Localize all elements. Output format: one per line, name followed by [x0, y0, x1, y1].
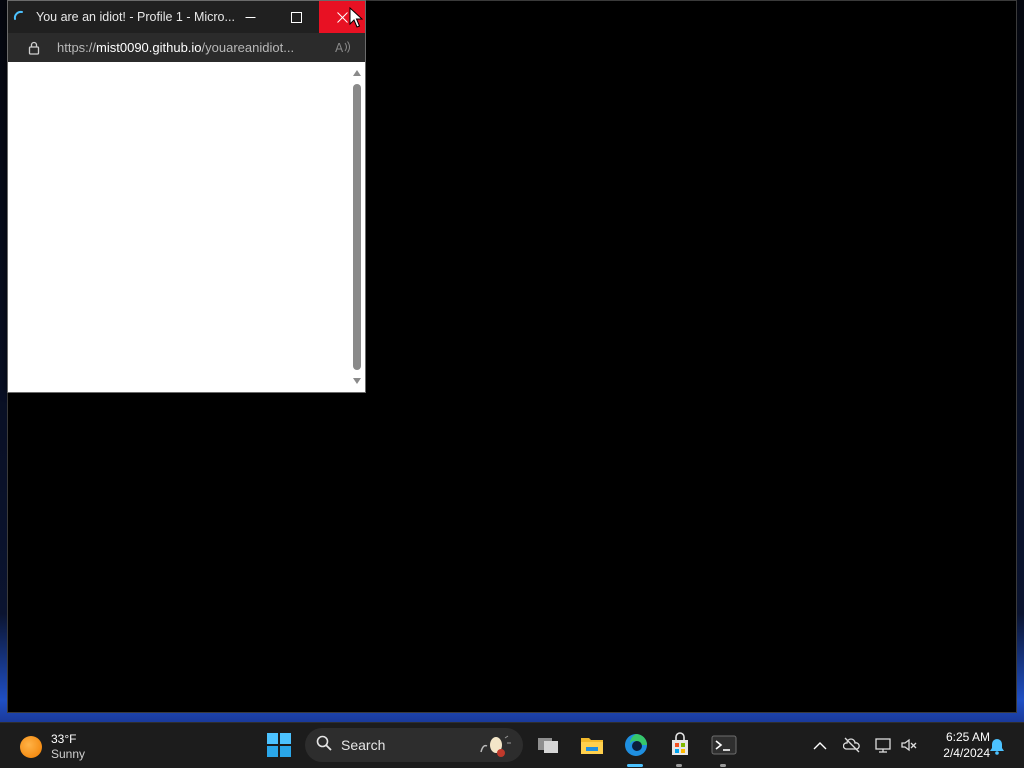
vertical-scrollbar[interactable] [350, 66, 364, 388]
notification-bell-icon[interactable] [989, 737, 1005, 760]
terminal-running-indicator [720, 764, 726, 767]
weather-condition: Sunny [51, 747, 86, 761]
clock-date: 2/4/2024 [943, 746, 990, 760]
maximize-button[interactable] [273, 1, 319, 33]
edge-active-indicator [627, 764, 643, 767]
volume-muted-icon[interactable] [900, 736, 918, 759]
browser-popup-window[interactable]: You are an idiot! - Profile 1 - Micro...… [7, 0, 366, 393]
search-label: Search [341, 737, 386, 753]
search-highlight-icon [477, 734, 513, 758]
url-path: /youareanidiot... [201, 40, 295, 55]
scroll-thumb[interactable] [353, 84, 361, 370]
terminal-icon[interactable] [711, 732, 737, 758]
weather-widget[interactable]: 33°F Sunny [20, 732, 85, 762]
onedrive-offline-icon[interactable] [842, 736, 861, 759]
clock-time: 6:25 AM [945, 730, 990, 744]
file-explorer-icon[interactable] [579, 732, 605, 758]
taskbar-search-box[interactable]: Search [305, 728, 523, 762]
url-text[interactable]: https://mist0090.github.io/youareanidiot… [57, 40, 319, 55]
loading-spinner-icon [13, 10, 27, 24]
read-aloud-icon[interactable]: A [335, 40, 351, 59]
minimize-button[interactable] [227, 1, 273, 33]
page-content[interactable] [8, 62, 365, 392]
close-icon [336, 11, 348, 23]
taskbar-clock[interactable]: 6:25 AM 2/4/2024 [924, 729, 990, 761]
mouse-pointer-icon [349, 6, 364, 34]
microsoft-edge-icon[interactable] [623, 732, 649, 758]
scroll-down-arrow-icon[interactable] [353, 378, 361, 384]
start-button[interactable] [267, 733, 291, 757]
window-title: You are an idiot! - Profile 1 - Micro... [36, 10, 235, 24]
lock-icon[interactable] [27, 41, 41, 55]
store-running-indicator [676, 764, 682, 767]
search-icon [316, 735, 332, 756]
scroll-up-arrow-icon[interactable] [353, 70, 361, 76]
show-hidden-icons-chevron-icon[interactable] [813, 738, 827, 756]
windows-logo-icon [267, 733, 291, 757]
address-bar[interactable]: https://mist0090.github.io/youareanidiot… [8, 33, 365, 62]
title-bar[interactable]: You are an idiot! - Profile 1 - Micro... [8, 1, 365, 33]
weather-temperature: 33°F [51, 732, 77, 746]
network-icon[interactable] [874, 736, 892, 759]
sun-icon [20, 736, 42, 758]
taskbar: 33°F Sunny Search 6:25 AM 2/4/2024 [0, 722, 1024, 768]
svg-text:A: A [335, 41, 344, 54]
url-scheme: https:// [57, 40, 97, 55]
microsoft-store-icon[interactable] [667, 732, 693, 758]
url-host: mist0090.github.io [96, 40, 202, 55]
task-view-icon[interactable] [535, 732, 561, 758]
